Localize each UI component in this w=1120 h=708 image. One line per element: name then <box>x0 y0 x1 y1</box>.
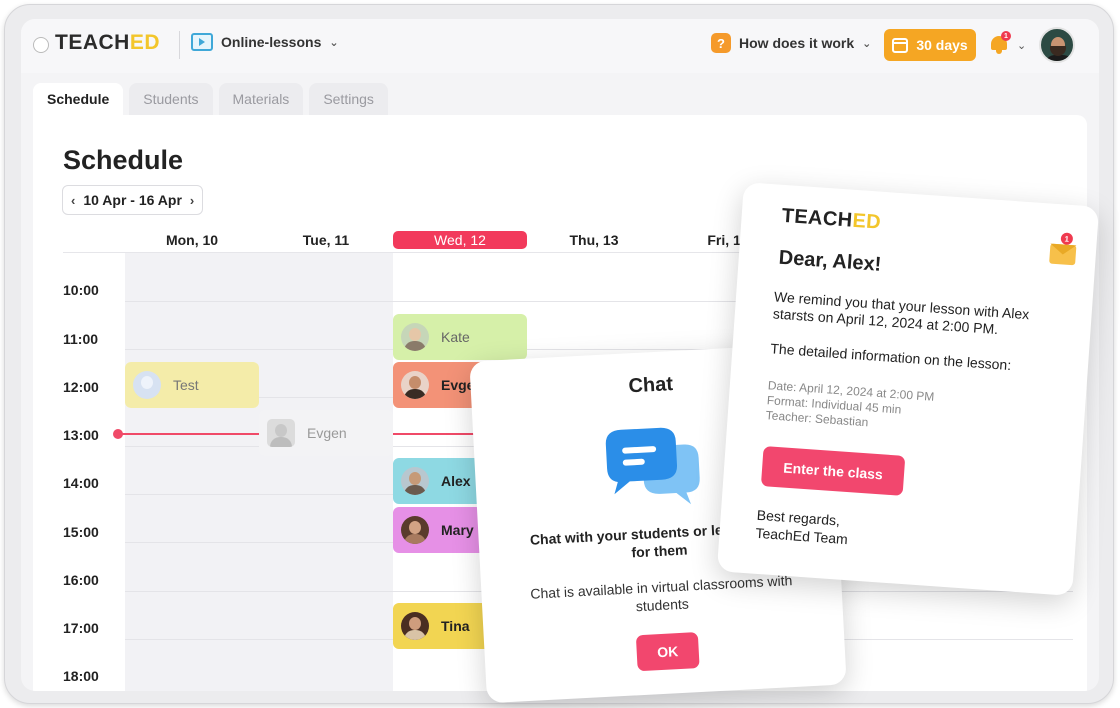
window-control-icon <box>33 37 49 53</box>
week-selector: ‹ 10 Apr - 16 Apr › <box>62 185 204 215</box>
event-student-name: Evgen <box>307 425 347 441</box>
email-details-heading: The detailed information on the lesson: <box>769 340 1012 374</box>
logo-accent-text: ED <box>851 209 882 234</box>
time-label: 13:00 <box>63 427 99 443</box>
chat-description: Chat is available in virtual classrooms … <box>530 572 793 615</box>
how-it-works-menu[interactable]: ? How does it work ⌄ <box>711 33 871 53</box>
time-label: 17:00 <box>63 620 99 636</box>
current-time-dot <box>113 429 123 439</box>
main-tabs: Schedule Students Materials Settings <box>33 83 388 115</box>
app-logo[interactable]: TEACHED <box>55 31 160 55</box>
how-it-works-label: How does it work <box>739 35 855 51</box>
email-logo: TEACHED <box>781 205 882 235</box>
time-label: 16:00 <box>63 572 99 588</box>
lesson-meta: Date: April 12, 2024 at 2:00 PM Format: … <box>765 378 1028 441</box>
event-student-name: Kate <box>441 329 470 345</box>
tab-materials[interactable]: Materials <box>218 83 304 115</box>
logo-accent-text: ED <box>129 31 161 54</box>
day-header-thu: Thu, 13 <box>569 232 619 248</box>
column-mon <box>125 253 259 691</box>
student-avatar <box>401 516 429 544</box>
notification-badge: 1 <box>1060 232 1074 246</box>
bell-clapper <box>996 50 1002 54</box>
student-avatar <box>401 323 429 351</box>
envelope-icon <box>1049 243 1077 266</box>
logo-text: TEACH <box>55 31 130 54</box>
page-title: Schedule <box>63 145 184 175</box>
chevron-down-icon[interactable]: ⌄ <box>1017 39 1026 52</box>
lesson-event-kate[interactable]: Kate <box>393 314 527 360</box>
event-student-name: Alex <box>441 473 471 489</box>
time-label: 11:00 <box>63 331 99 347</box>
chevron-down-icon: ⌄ <box>862 37 872 50</box>
tab-settings[interactable]: Settings <box>309 83 388 115</box>
time-label: 12:00 <box>63 379 99 395</box>
chevron-left-icon[interactable]: ‹ <box>71 193 75 208</box>
trial-days-button[interactable]: 30 days <box>884 29 976 61</box>
question-icon: ? <box>711 33 731 53</box>
avatar-shoulders <box>1045 55 1073 61</box>
tab-schedule[interactable]: Schedule <box>33 83 124 115</box>
day-header-mon: Mon, 10 <box>165 232 219 248</box>
chevron-down-icon: ⌄ <box>329 36 339 49</box>
trial-days-label: 30 days <box>916 37 968 53</box>
student-avatar <box>401 612 429 640</box>
student-avatar <box>401 371 429 399</box>
time-label: 15:00 <box>63 524 99 540</box>
student-avatar <box>401 467 429 495</box>
time-label: 10:00 <box>63 282 99 298</box>
logo-text: TEACH <box>781 204 854 232</box>
week-range: 10 Apr - 16 Apr <box>83 192 182 208</box>
course-label: Online-lessons <box>221 34 322 50</box>
day-header-tue: Tue, 11 <box>302 232 350 248</box>
tab-students[interactable]: Students <box>129 83 213 115</box>
course-selector[interactable]: Online-lessons ⌄ <box>191 33 339 51</box>
header-divider <box>179 31 180 59</box>
calendar-icon <box>892 37 909 53</box>
email-reminder-card: TEACHED 1 Dear, Alex! We remind you that… <box>716 182 1100 596</box>
chevron-right-icon[interactable]: › <box>190 193 194 208</box>
column-tue <box>259 253 393 691</box>
day-header-wed-today: Wed, 12 <box>393 231 527 249</box>
video-lesson-icon <box>191 33 213 51</box>
email-greeting: Dear, Alex! <box>778 246 883 276</box>
ok-button[interactable]: OK <box>635 632 700 672</box>
event-student-name: Test <box>173 377 199 393</box>
event-student-name: Mary <box>441 522 474 538</box>
lesson-event-test[interactable]: Test <box>125 362 259 408</box>
time-label: 14:00 <box>63 475 99 491</box>
event-student-name: Tina <box>441 618 470 634</box>
enter-class-button[interactable]: Enter the class <box>760 446 906 496</box>
student-avatar <box>133 371 161 399</box>
chat-bubbles-icon <box>605 427 700 505</box>
notification-badge: 1 <box>1001 31 1011 41</box>
notifications-button[interactable]: 1 <box>989 31 1011 55</box>
lesson-event-evgen-faded[interactable]: Evgen <box>259 410 393 456</box>
student-avatar <box>267 419 295 447</box>
user-avatar[interactable] <box>1039 27 1075 63</box>
email-reminder-text: We remind you that your lesson with Alex… <box>772 288 1030 338</box>
time-label: 18:00 <box>63 668 99 684</box>
top-bar: TEACHED Online-lessons ⌄ ? How does it w… <box>21 19 1099 73</box>
email-signoff: Best regards, TeachEd Team <box>755 506 850 548</box>
